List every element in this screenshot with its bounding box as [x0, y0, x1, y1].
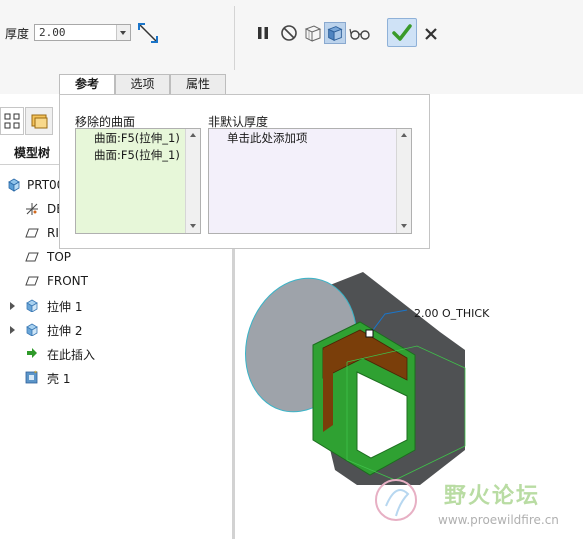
nondefault-thickness-list[interactable]: 单击此处添加项: [208, 128, 412, 234]
datum-plane-icon: [25, 276, 39, 286]
part-icon: [8, 178, 20, 192]
scroll-down-icon[interactable]: [397, 219, 411, 233]
tree-item-label: TOP: [47, 250, 72, 264]
extrude-icon: [26, 323, 38, 336]
tree-item-datum-front[interactable]: FRONT: [0, 270, 230, 292]
shell-left-face: [323, 345, 333, 432]
expand-arrow-icon[interactable]: [10, 302, 15, 310]
flip-direction-icon[interactable]: [136, 21, 160, 45]
svg-text:*: *: [34, 370, 37, 377]
scroll-up-icon[interactable]: [186, 129, 200, 143]
csys-icon: [26, 203, 38, 215]
tree-item-label: 拉伸 2: [47, 324, 83, 338]
cancel-button[interactable]: [423, 24, 439, 42]
list-item[interactable]: 曲面:F5(拉伸_1): [94, 147, 180, 163]
tree-item-extrude-1[interactable]: 拉伸 1: [0, 294, 230, 316]
datum-plane-icon: [25, 228, 39, 238]
toolbar-separator: [234, 6, 235, 70]
graphics-window-top: [430, 94, 583, 249]
nondefault-list-scrollbar[interactable]: [396, 129, 411, 233]
tree-item-shell[interactable]: * 壳 1: [0, 366, 230, 388]
no-preview-icon[interactable]: [280, 24, 298, 42]
tree-item-label: FRONT: [47, 274, 88, 288]
references-panel: 移除的曲面 非默认厚度 曲面:F5(拉伸_1) 曲面:F5(拉伸_1) 单击此处…: [59, 94, 430, 249]
thickness-value: 2.00: [39, 26, 66, 39]
model-tree-header: 模型树: [14, 146, 51, 160]
folder-browser-tab[interactable]: [25, 107, 53, 135]
thickness-input[interactable]: 2.00: [34, 24, 131, 41]
thickness-dimension-label[interactable]: 2.00 O_THICK: [414, 307, 489, 320]
tree-item-label: 在此插入: [47, 348, 96, 362]
datum-plane-icon: [25, 252, 39, 262]
model-tree-tab[interactable]: [0, 107, 24, 135]
tree-item-extrude-2[interactable]: 拉伸 2: [0, 318, 230, 340]
checkmark-icon: [392, 24, 412, 41]
tree-header-divider: [0, 164, 60, 165]
ok-button[interactable]: [387, 18, 417, 47]
tree-item-datum-top[interactable]: TOP: [0, 246, 230, 268]
tab-properties[interactable]: 属性: [170, 74, 226, 94]
tree-item-label: 拉伸 1: [47, 300, 83, 314]
insert-here-arrow-icon: [27, 348, 37, 358]
watermark-url: www.proewildfire.cn: [438, 513, 559, 527]
tab-options[interactable]: 选项: [115, 74, 170, 94]
watermark-logo-icon: [375, 479, 417, 521]
watermark-text: 野火论坛: [444, 484, 541, 509]
thickness-dropdown-button[interactable]: [116, 25, 130, 40]
thickness-label: 厚度: [5, 27, 30, 41]
tree-item-label: 壳 1: [47, 372, 71, 386]
feature-preview-toggle[interactable]: [324, 22, 346, 44]
removed-list-scrollbar[interactable]: [185, 129, 200, 233]
expand-arrow-icon[interactable]: [10, 326, 15, 334]
glasses-icon[interactable]: [349, 24, 371, 42]
model-tree-icon: [4, 113, 20, 129]
feature-preview-icon: [327, 26, 343, 42]
tab-references[interactable]: 参考: [59, 74, 115, 95]
tree-item-label: RI: [47, 226, 59, 240]
folder-icon: [31, 114, 48, 129]
dimension-drag-handle[interactable]: [365, 329, 374, 338]
list-item[interactable]: 曲面:F5(拉伸_1): [94, 130, 180, 146]
add-item-hint[interactable]: 单击此处添加项: [227, 130, 308, 146]
extrude-icon: [26, 299, 38, 312]
geometry-preview-icon[interactable]: [302, 22, 324, 44]
scroll-up-icon[interactable]: [397, 129, 411, 143]
tree-item-insert-here[interactable]: 在此插入: [0, 342, 230, 364]
pause-icon[interactable]: [255, 24, 271, 42]
removed-surfaces-list[interactable]: 曲面:F5(拉伸_1) 曲面:F5(拉伸_1): [75, 128, 201, 234]
scroll-down-icon[interactable]: [186, 219, 200, 233]
shell-icon: *: [25, 370, 38, 384]
